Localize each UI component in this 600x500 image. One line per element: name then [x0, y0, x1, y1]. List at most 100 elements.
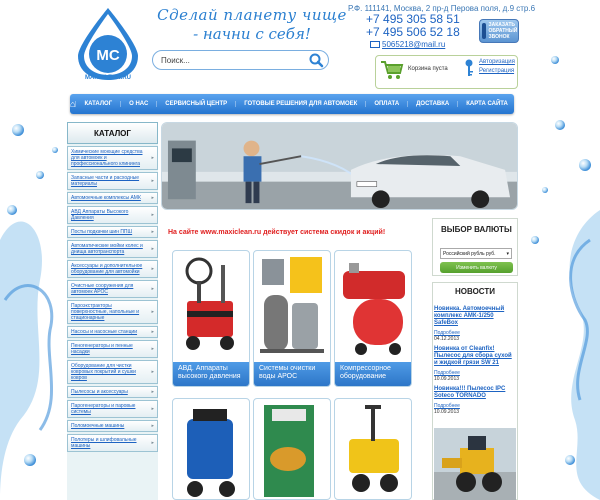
register-link[interactable]: Регистрация	[479, 67, 515, 76]
banner-car-wash-photo[interactable]	[161, 122, 518, 210]
news-date: 04.12.2013	[434, 336, 460, 342]
chevron-right-icon: ▸	[151, 212, 154, 218]
chevron-right-icon: ▸	[151, 309, 154, 315]
news-date: 10.09.2013	[434, 376, 460, 382]
catalog-item[interactable]: Насосы и насосные станции ▸	[67, 326, 158, 338]
promo-text: На сайте www.maxiclean.ru действует сист…	[168, 229, 386, 236]
catalog-item[interactable]: Посты подкачки шин ППШ ▸	[67, 226, 158, 238]
main-nav: ⌂ КАТАЛОГ О НАС СЕРВИСНЫЙ ЦЕНТР ГОТОВЫЕ …	[70, 94, 559, 114]
catalog-list: Химические моющие средства для автомоек …	[67, 146, 158, 454]
chevron-right-icon: ▸	[151, 329, 154, 335]
category-tile-snowblowers[interactable]	[334, 398, 412, 500]
chevron-right-icon: ▸	[151, 266, 154, 272]
scrubber-image	[187, 409, 235, 497]
nav-catalog[interactable]: КАТАЛОГ	[75, 101, 120, 107]
nav-sitemap[interactable]: КАРТА САЙТА	[457, 101, 516, 107]
catalog-item[interactable]: Химические моющие средства для автомоек …	[67, 146, 158, 170]
currency-select[interactable]: Российский рубль руб. ▾	[440, 248, 512, 259]
email-text: 5065218@mail.ru	[382, 40, 446, 49]
news-item: Новинка от Cleanfix! Пылесос для сбора с…	[434, 346, 516, 382]
auth-links: Авторизация Регистрация	[479, 58, 515, 76]
catalog-item[interactable]: АВД Аппараты Высокого Давления ▸	[67, 206, 158, 224]
chevron-right-icon: ▸	[151, 406, 154, 412]
phone-icon	[482, 23, 487, 39]
news-date: 10.09.2013	[434, 409, 460, 415]
news-loader-photo[interactable]	[434, 428, 516, 500]
chevron-right-icon: ▸	[151, 229, 154, 235]
nav-delivery[interactable]: ДОСТАВКА	[407, 101, 457, 107]
chevron-right-icon: ▸	[151, 155, 154, 161]
category-tile-pressure-washers[interactable]: АВД. Аппараты высокого давления	[172, 250, 250, 387]
currency-title: ВЫБОР ВАЛЮТЫ	[441, 225, 512, 234]
chevron-right-icon: ▸	[151, 423, 154, 429]
catalog-item[interactable]: Парогенераторы и паровые системы ▸	[67, 400, 158, 418]
steam-generator-image	[264, 405, 314, 497]
news-list: Новинка. Автомоечный комплекс АМК-1/250 …	[434, 306, 516, 419]
news-title: НОВОСТИ	[454, 287, 495, 296]
callback-label: ЗАКАЗАТЬ ОБРАТНЫЙ ЗВОНОК	[488, 22, 518, 40]
nav-about[interactable]: О НАС	[120, 101, 156, 107]
chevron-right-icon: ▸	[151, 346, 154, 352]
phone-block: +7 495 305 58 51 +7 495 506 52 18	[366, 13, 476, 39]
currency-selected: Российский рубль руб.	[443, 250, 496, 257]
news-headline[interactable]: Новинка от Cleanfix! Пылесос для сбора с…	[434, 346, 516, 367]
category-tile-steam-generators[interactable]	[253, 398, 331, 500]
chevron-right-icon: ▸	[151, 369, 154, 375]
chevron-right-icon: ▸	[151, 440, 154, 446]
maxiclean-logo[interactable]: MC MAXICLEAN.RU	[70, 6, 146, 82]
catalog-item[interactable]: Автоматические мойки колес и днища автот…	[67, 240, 158, 258]
catalog-item[interactable]: Пароэкстракторы поверхностные, напольные…	[67, 300, 158, 324]
nav-payment[interactable]: ОПЛАТА	[365, 101, 407, 107]
catalog-item[interactable]: Очистные сооружения для автомоек АРОС ▸	[67, 280, 158, 298]
change-currency-button[interactable]: Изменить валюту	[440, 262, 513, 273]
search-input[interactable]: Поиск...	[152, 50, 329, 70]
chevron-right-icon: ▸	[151, 286, 154, 292]
logo-text: MAXICLEAN.RU	[85, 75, 131, 81]
chevron-right-icon: ▸	[151, 246, 154, 252]
pressure-washer-image	[185, 257, 234, 350]
tile-caption: Системы очистки воды АРОС	[254, 362, 330, 386]
catalog-item[interactable]: Пеногенераторы и пенные насадки ▸	[67, 340, 158, 358]
category-tile-compressors[interactable]: Компрессорное оборудование	[334, 250, 412, 387]
category-tile-scrubbers[interactable]	[172, 398, 250, 500]
cart-icon[interactable]	[380, 60, 404, 80]
login-link[interactable]: Авторизация	[479, 58, 515, 67]
slogan-line-1: Сделай планету чище	[157, 6, 347, 24]
search-placeholder: Поиск...	[161, 55, 190, 65]
compressor-image	[343, 263, 405, 355]
news-headline[interactable]: Новинка!!! Пылесос IPC Soteco TORNADO	[434, 386, 516, 400]
nav-contacts[interactable]: КОНТАКТЫ	[515, 101, 567, 107]
catalog-item[interactable]: Аксессуары и дополнительное оборудование…	[67, 260, 158, 278]
tile-caption: Компрессорное оборудование	[335, 362, 411, 386]
catalog-item[interactable]: Пылесосы и аксессуары ▸	[67, 386, 158, 398]
category-tile-water-treatment[interactable]: Системы очистки воды АРОС	[253, 250, 331, 387]
catalog-item[interactable]: Оборудование для чистки ковровых покрыти…	[67, 360, 158, 384]
key-icon	[465, 59, 473, 76]
envelope-icon	[370, 41, 380, 49]
nav-solutions[interactable]: ГОТОВЫЕ РЕШЕНИЯ ДЛЯ АВТОМОЕК	[235, 101, 365, 107]
chevron-right-icon: ▸	[151, 389, 154, 395]
search-icon[interactable]	[308, 52, 324, 68]
catalog-item[interactable]: Автомоечные комплексы АМК ▸	[67, 192, 158, 204]
chevron-right-icon: ▸	[151, 178, 154, 184]
catalog-item[interactable]: Запасные части и расходные материалы ▸	[67, 172, 158, 190]
slogan-line-2: - начни с себя!	[193, 25, 311, 43]
cart-status: Корзина пуста	[408, 66, 448, 72]
logo-letters: MC	[96, 47, 119, 64]
news-item: Новинка. Автомоечный комплекс АМК-1/250 …	[434, 306, 516, 342]
catalog-item[interactable]: Полотеры и шлифовальные машины ▸	[67, 434, 158, 452]
tile-caption: АВД. Аппараты высокого давления	[173, 362, 249, 386]
news-headline[interactable]: Новинка. Автомоечный комплекс АМК-1/250 …	[434, 306, 516, 327]
nav-service[interactable]: СЕРВИСНЫЙ ЦЕНТР	[156, 101, 235, 107]
slogan: Сделай планету чище - начни с себя!	[152, 6, 352, 52]
catalog-item[interactable]: Поломоечные машины ▸	[67, 420, 158, 432]
email-link[interactable]: 5065218@mail.ru	[370, 40, 445, 49]
snowblower-image	[349, 405, 399, 492]
news-item: Новинка!!! Пылесос IPC Soteco TORNADO По…	[434, 386, 516, 415]
water-treatment-image	[260, 257, 324, 353]
catalog-title: КАТАЛОГ	[67, 122, 158, 144]
callback-button[interactable]: ЗАКАЗАТЬ ОБРАТНЫЙ ЗВОНОК	[479, 19, 519, 43]
phone-number-2: +7 495 506 52 18	[366, 25, 460, 39]
chevron-down-icon: ▾	[506, 250, 509, 257]
chevron-right-icon: ▸	[151, 195, 154, 201]
